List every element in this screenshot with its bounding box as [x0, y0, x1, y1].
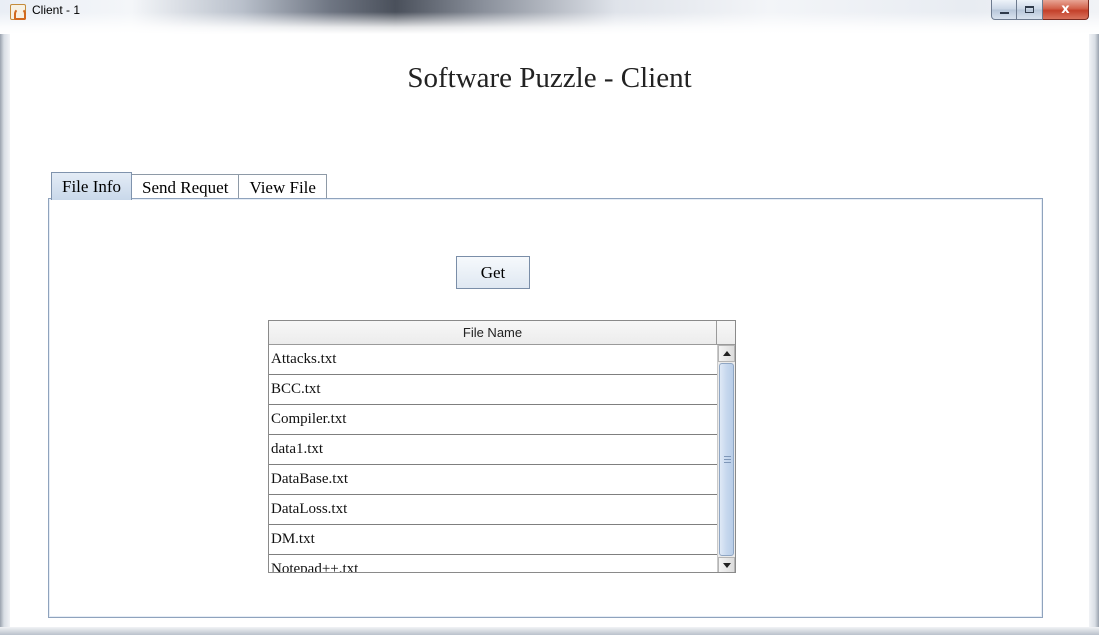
- tab-file-info[interactable]: File Info: [51, 172, 133, 200]
- maximize-button[interactable]: [1017, 0, 1043, 20]
- close-button[interactable]: x: [1043, 0, 1089, 20]
- window-frame-bottom: [0, 627, 1099, 635]
- grip-icon: [724, 456, 731, 463]
- tab-strip: File Info Send Requet View File: [51, 172, 327, 200]
- scroll-down-button[interactable]: [718, 557, 735, 572]
- table-row[interactable]: data1.txt: [269, 435, 717, 465]
- file-table-body: Attacks.txt BCC.txt Compiler.txt data1.t…: [269, 345, 717, 572]
- vertical-scrollbar[interactable]: [717, 345, 735, 572]
- get-button[interactable]: Get: [456, 256, 530, 289]
- close-icon: x: [1061, 2, 1070, 17]
- table-row[interactable]: DataLoss.txt: [269, 495, 717, 525]
- table-row[interactable]: Notepad++.txt: [269, 555, 717, 572]
- file-table: File Name Attacks.txt BCC.txt Compiler.t…: [268, 320, 736, 573]
- arrow-up-icon: [722, 351, 731, 356]
- file-info-panel: Get File Name Attacks.txt BCC.txt Compil…: [48, 198, 1043, 618]
- table-row[interactable]: BCC.txt: [269, 375, 717, 405]
- tab-view-file[interactable]: View File: [238, 174, 327, 200]
- maximize-icon: [1025, 6, 1034, 13]
- table-row[interactable]: DM.txt: [269, 525, 717, 555]
- table-header-corner: [717, 321, 735, 345]
- java-icon[interactable]: [10, 4, 26, 20]
- scroll-thumb[interactable]: [719, 363, 734, 556]
- scroll-up-button[interactable]: [718, 345, 735, 362]
- minimize-icon: [999, 11, 1009, 14]
- page-title: Software Puzzle - Client: [407, 62, 692, 94]
- window-controls: x: [991, 0, 1089, 20]
- client-area: Software Puzzle - Client File Info Send …: [10, 34, 1089, 627]
- column-header-file-name[interactable]: File Name: [269, 321, 717, 345]
- window-frame-right: [1089, 34, 1099, 635]
- table-row[interactable]: Attacks.txt: [269, 345, 717, 375]
- table-row[interactable]: Compiler.txt: [269, 405, 717, 435]
- minimize-button[interactable]: [991, 0, 1017, 20]
- tab-send-request[interactable]: Send Requet: [131, 174, 240, 200]
- title-bar-fade: [0, 12, 1099, 34]
- window-frame-left: [0, 34, 10, 635]
- table-row[interactable]: DataBase.txt: [269, 465, 717, 495]
- arrow-down-icon: [722, 563, 731, 568]
- window-title: Client - 1: [32, 3, 81, 17]
